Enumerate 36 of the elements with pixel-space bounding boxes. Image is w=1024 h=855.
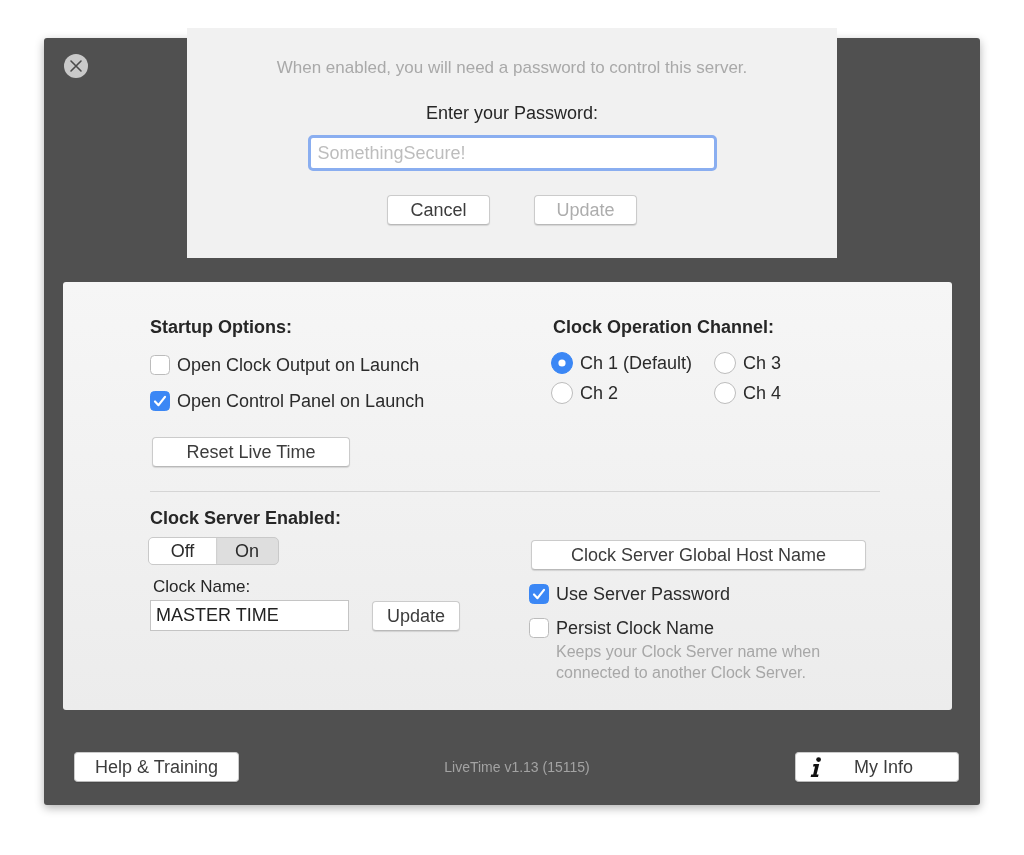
password-label: Enter your Password:	[425, 102, 599, 124]
close-icon[interactable]	[64, 54, 88, 78]
checkbox-label: Open Control Panel on Launch	[177, 390, 425, 412]
help-training-button[interactable]: Help & Training	[74, 752, 239, 782]
section-heading: Clock Operation Channel:	[553, 316, 775, 338]
update-button[interactable]: Update	[372, 600, 460, 631]
option-description: Keeps your Clock Server name when connected to another Clock Server.	[556, 642, 822, 683]
radio-label: Ch 3	[743, 352, 782, 374]
radio-label: Ch 1 (Default)	[580, 352, 693, 374]
checkbox-label: Persist Clock Name	[556, 617, 715, 639]
checkbox-label: Open Clock Output on Launch	[177, 354, 420, 376]
version-label: LiveTime v1.13 (15115)	[444, 757, 590, 777]
hint-text: When enabled, you will need a password to control this server.	[276, 58, 748, 78]
radio-button[interactable]	[551, 382, 573, 404]
password-field[interactable]: SomethingSecure!	[307, 135, 717, 171]
radio-label: Ch 2	[580, 382, 619, 404]
segment-button[interactable]: On	[215, 538, 278, 564]
radio-button[interactable]	[714, 352, 736, 374]
checkbox[interactable]	[150, 391, 170, 411]
checkbox[interactable]	[529, 618, 549, 638]
reset-live-time-button[interactable]: Reset Live Time	[152, 437, 350, 467]
my-info-button[interactable]: My Info	[795, 752, 959, 782]
info-icon	[809, 757, 823, 777]
radio-button[interactable]	[714, 382, 736, 404]
host-name-button[interactable]: Clock Server Global Host Name	[531, 540, 866, 570]
radio-button[interactable]	[551, 352, 573, 374]
segment-button[interactable]: Off	[149, 538, 216, 564]
clock-name-label: Clock Name:	[153, 576, 251, 598]
cancel-button[interactable]: Cancel	[387, 195, 490, 225]
radio-label: Ch 4	[743, 382, 782, 404]
checkbox[interactable]	[150, 355, 170, 375]
checkbox[interactable]	[529, 584, 549, 604]
section-heading: Startup Options:	[150, 316, 292, 338]
clock-name-field[interactable]: MASTER TIME	[150, 600, 349, 631]
section-heading: Clock Server Enabled:	[150, 507, 342, 529]
checkbox-label: Use Server Password	[556, 583, 731, 605]
